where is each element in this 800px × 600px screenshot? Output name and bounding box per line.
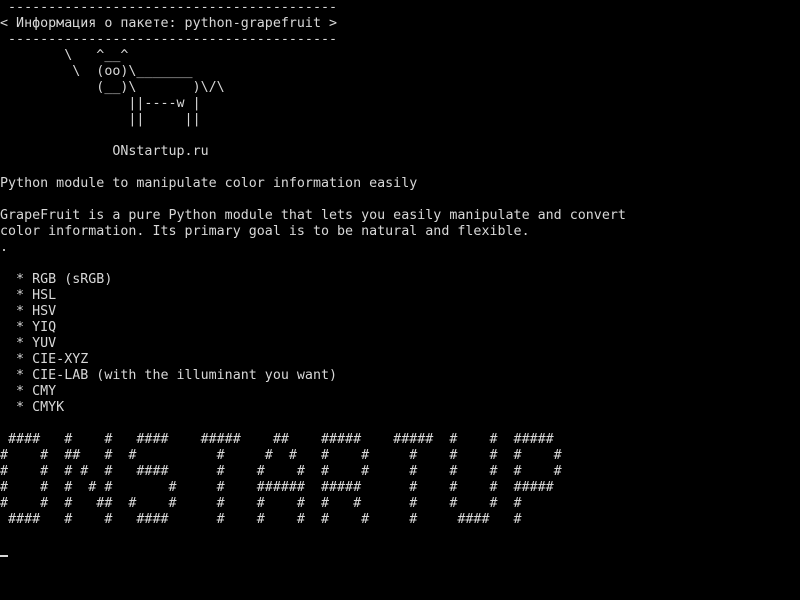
color-model-list-item: * CMYK <box>0 400 65 415</box>
package-description: color information. Its primary goal is t… <box>0 224 530 239</box>
site-signature: ONstartup.ru <box>0 144 209 159</box>
banner-ascii-line: #### # # #### # # # # # # #### # <box>0 512 522 527</box>
cowsay-border-bottom: ----------------------------------------… <box>0 32 338 47</box>
package-summary: Python module to manipulate color inform… <box>0 176 418 191</box>
banner-ascii-line: # # # # # # # ###### ##### # # # ##### <box>0 480 554 495</box>
banner-ascii-line: # # # # # #### # # # # # # # # # # <box>0 464 562 479</box>
description-terminator: . <box>0 240 9 255</box>
color-model-list-item: * YIQ <box>0 320 57 335</box>
cowsay-border-top: ----------------------------------------… <box>0 0 338 15</box>
color-model-list-item: * RGB (sRGB) <box>0 272 113 287</box>
cow-ascii-line: \ ^__^ <box>0 48 129 63</box>
color-model-list-item: * HSL <box>0 288 57 303</box>
banner-ascii-line: #### # # #### ##### ## ##### ##### # # #… <box>0 432 554 447</box>
cowsay-message: < Информация о пакете: python-grapefruit… <box>0 16 338 31</box>
banner-ascii-line: # # ## # # # # # # # # # # # # <box>0 448 562 463</box>
cow-ascii-line: \ (oo)\_______ <box>0 64 193 79</box>
color-model-list-item: * YUV <box>0 336 57 351</box>
color-model-list-item: * CIE-XYZ <box>0 352 89 367</box>
color-model-list-item: * CIE-LAB (with the illuminant you want) <box>0 368 338 383</box>
terminal-screen[interactable]: ----------------------------------------… <box>0 0 800 600</box>
package-description: GrapeFruit is a pure Python module that … <box>0 208 626 223</box>
color-model-list-item: * CMY <box>0 384 57 399</box>
text-cursor <box>0 555 8 557</box>
color-model-list-item: * HSV <box>0 304 57 319</box>
cow-ascii-line: (__)\ )\/\ <box>0 80 225 95</box>
banner-ascii-line: # # # ## # # # # # # # # # # # <box>0 496 522 511</box>
cow-ascii-line: ||----w | <box>0 96 201 111</box>
cow-ascii-line: || || <box>0 112 201 127</box>
